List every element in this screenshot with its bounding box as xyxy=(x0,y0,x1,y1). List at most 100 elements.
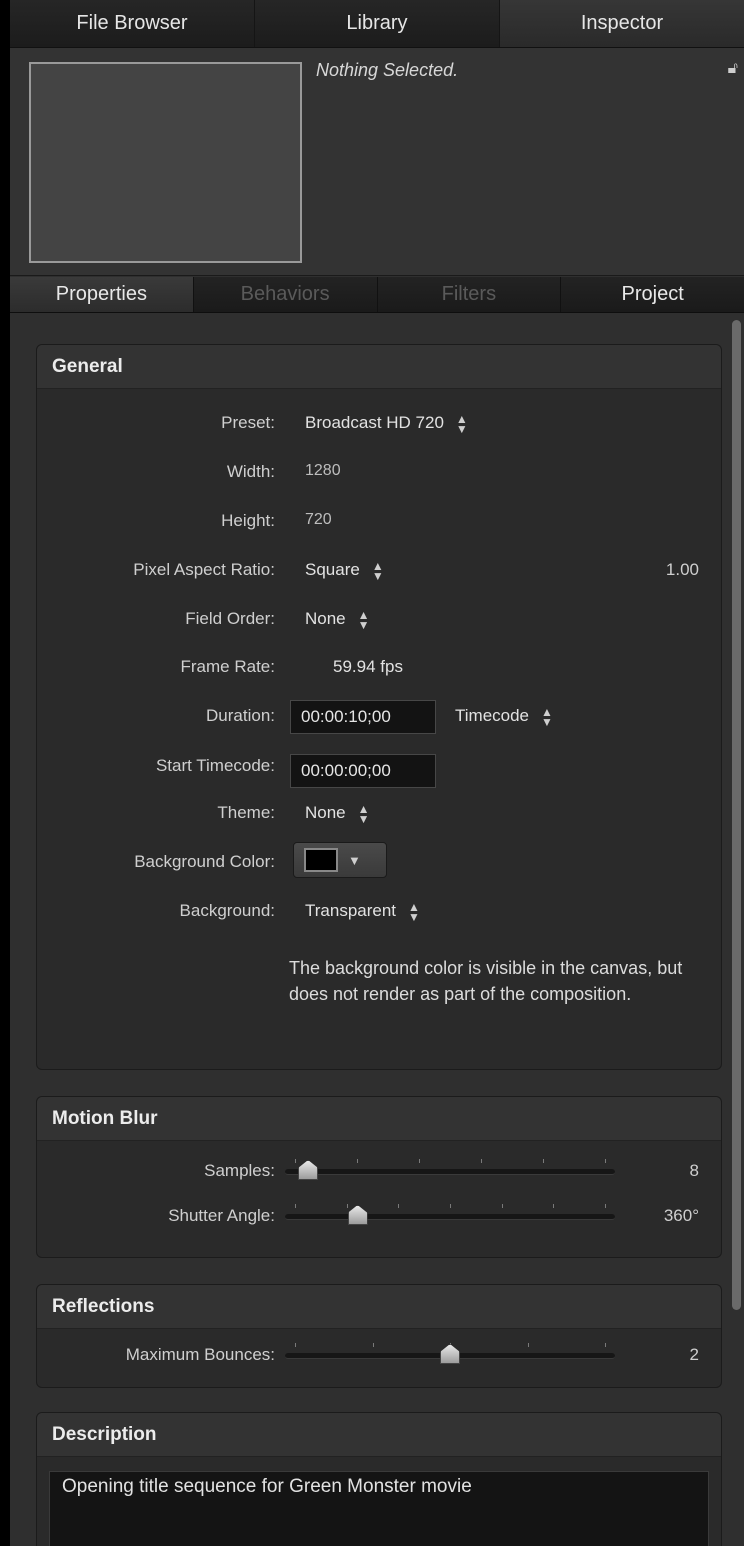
width-value: 1280 xyxy=(305,462,341,479)
theme-value: None xyxy=(305,803,346,822)
description-header[interactable]: Description xyxy=(37,1413,721,1457)
preset-row: Preset: Broadcast HD 720 ▲ ▼ xyxy=(37,409,723,439)
max-bounces-slider[interactable] xyxy=(285,1343,615,1364)
slider-tick xyxy=(295,1204,296,1208)
inspector-window: File Browser Library Inspector Nothing S… xyxy=(10,0,744,1546)
height-value: 720 xyxy=(305,511,332,528)
par-popup[interactable]: Square ▲ ▼ xyxy=(305,558,384,583)
slider-tick xyxy=(372,1343,374,1347)
background-row: Background: Transparent ▲ ▼ xyxy=(37,897,723,927)
preview-thumbnail xyxy=(29,62,302,263)
theme-row: Theme: None ▲ ▼ xyxy=(37,799,723,829)
slider-knob-shape xyxy=(298,1160,319,1180)
motion-blur-panel: Motion Blur Samples: 8 Shutter Angle: 36… xyxy=(36,1096,722,1258)
width-row: Width: 1280 xyxy=(37,458,723,488)
chevron-down-icon[interactable]: ▼ xyxy=(348,853,361,868)
samples-row: Samples: 8 xyxy=(37,1157,723,1187)
width-label: Width: xyxy=(226,462,275,481)
top-tab-bar: File Browser Library Inspector xyxy=(10,0,744,48)
popup-arrows-icon: ▲ ▼ xyxy=(357,801,370,826)
popup-arrows-icon: ▲ ▼ xyxy=(541,704,553,729)
slider-knob[interactable] xyxy=(347,1205,368,1225)
background-note: The background color is visible in the c… xyxy=(289,958,683,1004)
frame-rate-value: 59.94 fps xyxy=(333,657,403,676)
shutter-angle-value[interactable]: 360° xyxy=(664,1206,699,1226)
bg-color-swatch[interactable] xyxy=(304,848,338,872)
background-label: Background: xyxy=(179,901,275,920)
max-bounces-value[interactable]: 2 xyxy=(690,1345,699,1365)
slider-tick xyxy=(605,1343,606,1347)
slider-knob-shape xyxy=(347,1205,368,1225)
scrollbar[interactable] xyxy=(732,320,741,1310)
par-ratio: 1.00 xyxy=(665,560,699,579)
duration-field[interactable]: 00:00:10;00 xyxy=(290,700,436,734)
slider-tick xyxy=(605,1159,606,1163)
popup-arrows-icon: ▲ ▼ xyxy=(408,899,420,924)
theme-label: Theme: xyxy=(217,803,275,822)
slider-tick xyxy=(543,1159,544,1163)
description-panel: Description Opening title sequence for G… xyxy=(36,1412,722,1546)
preset-label: Preset: xyxy=(221,413,275,432)
frame-rate-row: Frame Rate: 59.94 fps xyxy=(37,653,723,683)
bg-color-label: Background Color: xyxy=(134,852,275,871)
par-value: Square xyxy=(305,560,360,579)
bg-color-row: Background Color: ▼ xyxy=(37,842,723,878)
tab-behaviors[interactable]: Behaviors xyxy=(194,277,378,312)
reflections-panel: Reflections Maximum Bounces: 2 xyxy=(36,1284,722,1388)
field-order-popup[interactable]: None ▲ ▼ xyxy=(305,607,370,632)
frame-rate-label: Frame Rate: xyxy=(180,657,275,676)
duration-format-popup[interactable]: Timecode ▲ ▼ xyxy=(455,704,553,729)
tab-library[interactable]: Library xyxy=(255,0,500,47)
motion-blur-header[interactable]: Motion Blur xyxy=(37,1097,721,1141)
samples-slider[interactable] xyxy=(285,1159,615,1180)
selection-status: Nothing Selected. xyxy=(316,60,459,80)
field-order-row: Field Order: None ▲ ▼ xyxy=(37,605,723,635)
field-order-value: None xyxy=(305,609,346,628)
field-order-label: Field Order: xyxy=(185,609,275,628)
slider-tick xyxy=(450,1204,451,1208)
background-popup[interactable]: Transparent ▲ ▼ xyxy=(305,899,420,924)
description-textarea[interactable]: Opening title sequence for Green Monster… xyxy=(49,1471,709,1546)
duration-format-value: Timecode xyxy=(455,706,530,725)
reflections-header[interactable]: Reflections xyxy=(37,1285,721,1329)
max-bounces-label: Maximum Bounces: xyxy=(125,1345,275,1364)
tab-file-browser[interactable]: File Browser xyxy=(10,0,255,47)
par-label: Pixel Aspect Ratio: xyxy=(133,560,275,579)
slider-tick xyxy=(527,1343,529,1347)
background-value: Transparent xyxy=(305,901,397,920)
popup-arrows-icon: ▲ ▼ xyxy=(371,558,384,583)
slider-knob[interactable] xyxy=(298,1160,319,1180)
slider-tick xyxy=(419,1159,420,1163)
shutter-angle-row: Shutter Angle: 360° xyxy=(37,1202,723,1232)
tab-project[interactable]: Project xyxy=(561,277,744,312)
tab-inspector[interactable]: Inspector xyxy=(500,0,744,47)
tab-properties[interactable]: Properties xyxy=(10,277,194,312)
start-timecode-field[interactable]: 00:00:00;00 xyxy=(290,754,436,788)
general-panel: General Preset: Broadcast HD 720 ▲ ▼ Width… xyxy=(36,344,722,1070)
lock-icon[interactable]: 🔓︎ xyxy=(728,60,738,78)
samples-value[interactable]: 8 xyxy=(690,1161,699,1181)
popup-arrows-icon: ▲ ▼ xyxy=(455,411,468,436)
duration-label: Duration: xyxy=(206,706,275,725)
slider-tick xyxy=(481,1159,482,1163)
popup-arrows-icon: ▲ ▼ xyxy=(357,607,370,632)
preset-value: Broadcast HD 720 xyxy=(305,413,444,432)
par-row: Pixel Aspect Ratio: Square ▲ ▼ 1.00 xyxy=(37,556,723,586)
bg-color-well[interactable]: ▼ xyxy=(293,842,387,878)
slider-knob[interactable] xyxy=(440,1344,460,1364)
start-timecode-row: Start Timecode: 00:00:00;00 xyxy=(37,752,723,788)
max-bounces-row: Maximum Bounces: 2 xyxy=(37,1341,723,1371)
slider-tick xyxy=(605,1204,606,1208)
theme-popup[interactable]: None ▲ ▼ xyxy=(305,801,370,826)
slider-tick xyxy=(553,1204,555,1208)
height-row: Height: 720 xyxy=(37,507,723,537)
slider-tick xyxy=(295,1343,296,1347)
slider-tick xyxy=(501,1204,503,1208)
shutter-angle-slider[interactable] xyxy=(285,1204,615,1225)
preset-popup[interactable]: Broadcast HD 720 ▲ ▼ xyxy=(305,411,468,436)
samples-label: Samples: xyxy=(204,1161,275,1180)
slider-knob-shape xyxy=(440,1344,460,1364)
general-header[interactable]: General xyxy=(37,345,721,389)
slider-tick xyxy=(295,1159,296,1163)
tab-filters[interactable]: Filters xyxy=(378,277,562,312)
